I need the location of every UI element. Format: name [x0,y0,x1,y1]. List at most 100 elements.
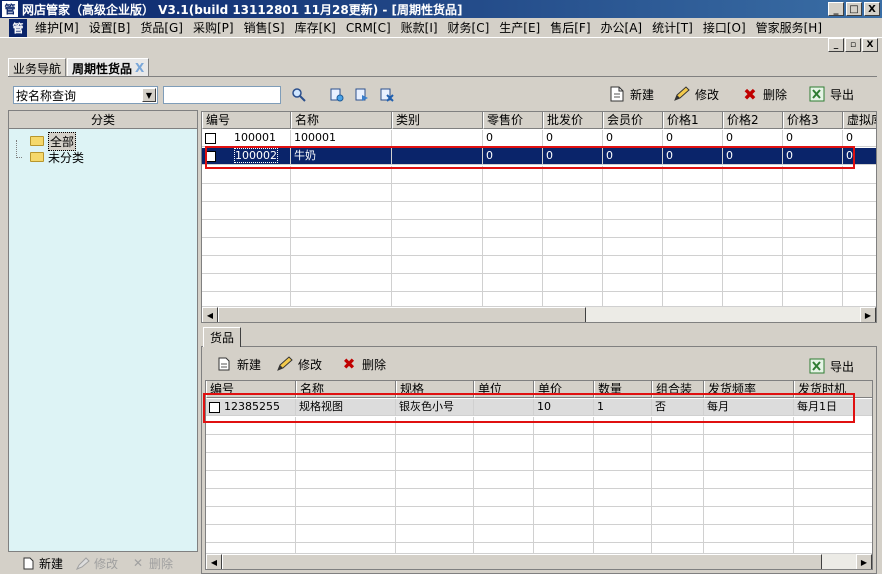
chevron-down-icon[interactable]: ▼ [142,88,156,102]
column-header[interactable]: 发货时机 [794,381,872,398]
column-header[interactable]: 价格2 [723,112,783,129]
column-header[interactable]: 名称 [291,112,392,129]
edit-pencil-icon [673,85,691,103]
menu-interface[interactable]: 接口[O] [698,19,751,36]
row-cell: 0 [543,130,603,147]
row-cell: 0 [783,148,843,165]
mdi-restore-button[interactable]: ▫ [845,38,861,52]
row-cell: 0 [483,130,543,147]
cell-text: 12385255 [224,400,280,413]
category-edit-button[interactable]: 修改 [75,555,118,572]
category-item-uncategorized[interactable]: 未分类 [30,150,84,165]
delete-button-label: 删除 [763,87,788,102]
new-button[interactable]: 新建 [608,84,654,104]
tab-periodic-goods[interactable]: 周期性货品 X [67,58,150,77]
tab-business-nav[interactable]: 业务导航 [8,58,67,77]
filter-icon[interactable] [328,86,346,104]
clear-filter-icon[interactable] [378,86,396,104]
horizontal-scrollbar[interactable]: ◀ ▶ [202,306,876,322]
column-header[interactable]: 批发价 [543,112,603,129]
row-cell: 每月1日 [794,399,872,416]
column-header[interactable]: 发货频率 [704,381,794,398]
menu-app-icon[interactable]: 管 [9,18,27,37]
detail-new-label: 新建 [237,357,262,372]
column-header[interactable]: 数量 [594,381,652,398]
category-new-button[interactable]: 新建 [20,555,63,572]
menu-accounts[interactable]: 账款[I] [396,19,443,36]
menu-goods[interactable]: 货品[G] [135,19,188,36]
column-header[interactable]: 零售价 [483,112,543,129]
scroll-right-icon[interactable]: ▶ [856,554,872,569]
detail-edit-button[interactable]: 修改 [276,354,322,374]
delete-x-icon: ✖ [743,84,757,104]
column-header[interactable]: 会员价 [603,112,663,129]
grid-line [391,166,392,306]
category-delete-label: 删除 [149,556,174,571]
row-cell: 100001 [291,130,392,147]
column-header[interactable]: 名称 [296,381,396,398]
row-checkbox[interactable] [205,150,216,162]
category-item-all[interactable]: 全部 [30,131,77,151]
column-header[interactable]: 单位 [474,381,534,398]
column-header[interactable]: 虚拟库存 [843,112,876,129]
column-header[interactable]: 规格 [396,381,474,398]
scroll-left-icon[interactable]: ◀ [206,554,222,569]
menu-office[interactable]: 办公[A] [596,19,648,36]
column-header[interactable]: 编号 [206,381,296,398]
mdi-close-button[interactable]: X [862,38,878,52]
search-mode-value: 按名称查询 [16,88,77,103]
export-button[interactable]: 导出 [808,84,854,104]
menu-inventory[interactable]: 库存[K] [290,19,341,36]
tab-goods[interactable]: 货品 [203,327,242,347]
grid-line [793,417,794,553]
grid-line [651,417,652,553]
column-header[interactable]: 单价 [534,381,594,398]
search-mode-select[interactable]: 按名称查询 ▼ [13,86,158,104]
grid-line [473,417,474,553]
menu-crm[interactable]: CRM[C] [341,21,396,35]
menu-maintain[interactable]: 维护[M] [30,19,84,36]
maximize-button[interactable]: □ [846,2,862,16]
scroll-thumb[interactable] [218,307,586,322]
grid-empty-area [206,417,872,553]
menu-finance[interactable]: 财务[C] [443,19,495,36]
search-icon[interactable] [290,86,308,104]
minimize-button[interactable]: _ [828,2,844,16]
category-delete-button[interactable]: ✕ 删除 [130,555,173,572]
column-header[interactable]: 组合装 [652,381,704,398]
delete-button[interactable]: ✖ 删除 [741,84,787,104]
menu-aftersales[interactable]: 售后[F] [545,19,595,36]
scroll-thumb[interactable] [222,554,822,569]
detail-delete-button[interactable]: ✖ 删除 [340,354,386,374]
scroll-right-icon[interactable]: ▶ [860,307,876,322]
search-input[interactable] [163,86,281,104]
advanced-search-icon[interactable] [353,86,371,104]
row-checkbox[interactable] [205,132,216,144]
column-header[interactable]: 类别 [392,112,483,129]
scroll-left-icon[interactable]: ◀ [202,307,218,322]
app-icon: 管 [2,1,18,17]
menu-service[interactable]: 管家服务[H] [751,19,827,36]
edit-button-label: 修改 [695,87,720,102]
menu-purchase[interactable]: 采购[P] [188,19,239,36]
row-cell [392,148,483,165]
grid-line [482,166,483,306]
row-checkbox[interactable] [209,401,220,413]
horizontal-scrollbar[interactable]: ◀ ▶ [206,553,872,569]
menu-production[interactable]: 生产[E] [494,19,545,36]
row-cell [392,130,483,147]
menu-statistics[interactable]: 统计[T] [647,19,698,36]
menu-settings[interactable]: 设置[B] [84,19,136,36]
edit-pencil-icon [276,355,294,373]
menu-sales[interactable]: 销售[S] [239,19,290,36]
edit-button[interactable]: 修改 [673,84,719,104]
column-header[interactable]: 价格3 [783,112,843,129]
mdi-minimize-button[interactable]: _ [828,38,844,52]
tab-close-icon[interactable]: X [135,61,144,75]
column-header[interactable]: 编号 [202,112,291,129]
column-header[interactable]: 价格1 [663,112,723,129]
close-button[interactable]: X [864,2,880,16]
detail-new-button[interactable]: 新建 [215,354,261,374]
grid-line [722,166,723,306]
detail-export-button[interactable]: 导出 [808,356,854,376]
